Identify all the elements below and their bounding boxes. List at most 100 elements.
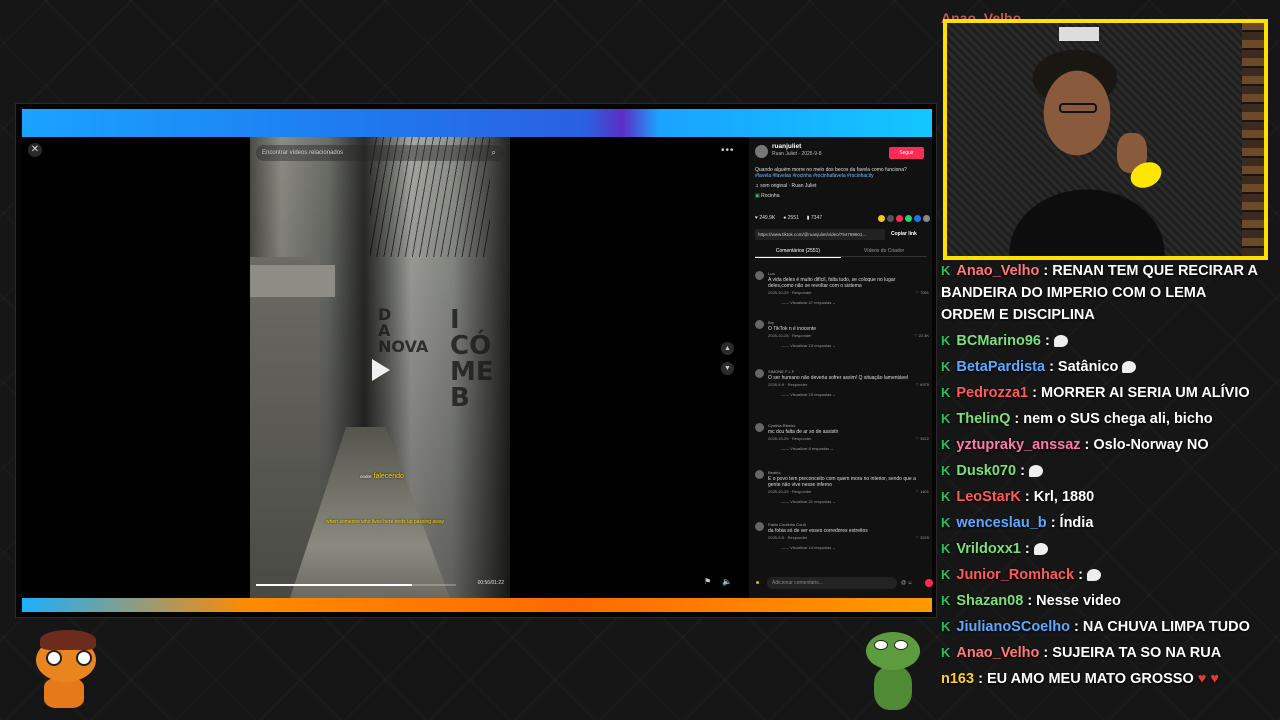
chat-username[interactable]: Pedrozza1: [956, 385, 1028, 401]
tab-creator-videos[interactable]: Vídeos do Criador: [841, 248, 927, 254]
avatar[interactable]: [755, 470, 764, 479]
chat-text: : Krl, 1880: [1024, 489, 1095, 505]
comment-text: A vida deles é muito difícil, falta tudo…: [768, 277, 896, 289]
chat-message: K LeoStarK : Krl, 1880: [941, 486, 1261, 508]
emote-icon: [1086, 569, 1101, 582]
author-handle[interactable]: ruanjuliet: [772, 143, 801, 150]
pepe-eye: [874, 640, 888, 650]
video-search-bar[interactable]: Encontrar vídeos relacionados ⌕: [256, 145, 504, 161]
reply-button[interactable]: Responder: [792, 333, 812, 338]
replies-label: Visualizar 15 respostas: [790, 343, 832, 348]
view-replies-button[interactable]: —— Visualizar 47 respostas ⌄: [781, 300, 836, 305]
reply-button[interactable]: Responder: [792, 436, 812, 441]
embed-icon[interactable]: [887, 214, 894, 222]
emoji-icon[interactable]: ☻: [755, 580, 760, 586]
save-count: 7347: [810, 215, 823, 221]
chat-username[interactable]: JiulianoSCoelho: [956, 619, 1070, 635]
avatar[interactable]: [755, 271, 764, 280]
location-icon: ▣: [755, 193, 760, 199]
send-icon[interactable]: [896, 214, 903, 222]
like-count: 3229: [920, 535, 929, 540]
copy-link-button[interactable]: Copiar link: [891, 229, 917, 240]
whatsapp-icon[interactable]: [905, 214, 912, 222]
comment-user[interactable]: Fabio Coutinho Couti: [768, 522, 806, 527]
reply-button[interactable]: Responder: [792, 489, 812, 494]
chat-username[interactable]: wenceslau_b: [956, 515, 1046, 531]
chat-username[interactable]: n163: [941, 671, 974, 687]
tab-comments[interactable]: Comentários (2551): [755, 248, 841, 258]
comment-user[interactable]: Cynthia Ribeiro: [768, 423, 795, 428]
chat-username[interactable]: Anao_Velho: [956, 645, 1039, 661]
chat-username[interactable]: Shazan08: [956, 593, 1023, 609]
like-stat[interactable]: ♥ 249.9K: [755, 215, 775, 221]
comment-user[interactable]: Lua: [768, 271, 775, 276]
avatar[interactable]: [755, 522, 764, 531]
share-icons: [878, 214, 930, 222]
pepe-head: [866, 632, 920, 670]
chat-username[interactable]: Junior_Romhack: [956, 567, 1074, 583]
send-icon[interactable]: [925, 579, 933, 587]
chat-username[interactable]: Anao_Velho: [956, 263, 1039, 279]
view-replies-button[interactable]: —— Visualizar 21 respostas ⌄: [781, 499, 836, 504]
close-icon[interactable]: ✕: [28, 143, 42, 157]
comment-date: 2025-9-9: [768, 535, 785, 540]
flag-icon[interactable]: ⚑: [704, 577, 711, 586]
chat-message: K Shazan08 : Nesse video: [941, 590, 1261, 612]
chat-username[interactable]: LeoStarK: [956, 489, 1020, 505]
share-link-field[interactable]: https://www.tiktok.com/@ruanjuliet/video…: [755, 229, 885, 240]
chat-username[interactable]: BCMarino96: [956, 333, 1041, 349]
chat-username[interactable]: yztupraky_anssaz: [956, 437, 1080, 453]
share-icon[interactable]: [923, 214, 930, 222]
follow-button[interactable]: Seguir: [889, 147, 924, 159]
video-player[interactable]: I CÓ ME B D A NOVA Encontrar vídeos relaciona…: [250, 137, 510, 598]
reply-button[interactable]: Responder: [788, 382, 808, 387]
subtitle-en: when someone who lives here ends up pass…: [326, 519, 445, 525]
volume-icon[interactable]: 🔈: [722, 577, 732, 586]
location-label[interactable]: ▣ Rocinha: [755, 193, 779, 199]
chat-username[interactable]: BetaPardista: [956, 359, 1045, 375]
at-icon[interactable]: @ ☺: [901, 577, 913, 589]
comment-likes[interactable]: ♡ 1401: [915, 489, 929, 494]
reply-button[interactable]: Responder: [788, 535, 808, 540]
chat-message: K BCMarino96 :: [941, 330, 1261, 352]
avatar[interactable]: [755, 369, 764, 378]
facebook-icon[interactable]: [914, 214, 921, 222]
comment-likes[interactable]: ♡ 3422: [915, 436, 929, 441]
more-icon[interactable]: •••: [721, 145, 735, 156]
comment-likes[interactable]: ♡ 6975: [915, 382, 929, 387]
view-replies-button[interactable]: —— Visualizar 14 respostas ⌄: [781, 545, 836, 550]
reply-button[interactable]: Responder: [792, 290, 812, 295]
comment-likes[interactable]: ♡ 7051: [915, 290, 929, 295]
chat-username[interactable]: Vrildoxx1: [956, 541, 1020, 557]
music-label[interactable]: ♫ som original · Ruan Juliet: [755, 183, 817, 189]
replies-label: Visualizar 8 respostas: [790, 446, 830, 451]
chat-username[interactable]: Dusk070: [956, 463, 1016, 479]
comment-user[interactable]: Beatriz.: [768, 470, 782, 475]
save-stat[interactable]: ▮ 7347: [807, 215, 822, 221]
video-description: Quando alguém morre no meio dos becos da…: [755, 167, 927, 179]
mascot-body: [44, 678, 84, 708]
comment-user[interactable]: SIMONE F L F: [768, 369, 794, 374]
comment-stat[interactable]: ● 2551: [783, 215, 799, 221]
comment-tabs: Comentários (2551) Vídeos do Criador: [755, 245, 927, 258]
view-replies-button[interactable]: —— Visualizar 8 respostas ⌄: [781, 446, 834, 451]
comment-date: 2025-10-29: [768, 290, 789, 295]
comment-likes[interactable]: ♡ 3229: [915, 535, 929, 540]
chat-username[interactable]: ThelinQ: [956, 411, 1010, 427]
view-replies-button[interactable]: —— Visualizar 15 respostas ⌄: [781, 343, 836, 348]
chat-message: K Pedrozza1 : MORRER AI SERIA UM ALÍVIO: [941, 382, 1261, 404]
comment-likes[interactable]: ♡ 22.3K: [914, 333, 929, 338]
avatar[interactable]: [755, 320, 764, 329]
add-comment-input[interactable]: Adicionar comentário...: [767, 577, 897, 589]
play-icon[interactable]: [372, 359, 390, 381]
view-replies-button[interactable]: —— Visualizar 15 respostas ⌄: [781, 392, 836, 397]
chevron-down-icon[interactable]: ▼: [721, 362, 734, 375]
emoji-icon[interactable]: [878, 214, 885, 222]
comment-user[interactable]: Bry: [768, 320, 774, 325]
hashtags[interactable]: #favela #favelas #rocinha #rocinhafavela…: [755, 173, 874, 179]
chevron-up-icon[interactable]: ▲: [721, 342, 734, 355]
video-progress-bar[interactable]: [256, 584, 456, 586]
avatar[interactable]: [755, 145, 768, 158]
avatar[interactable]: [755, 423, 764, 432]
search-icon[interactable]: ⌕: [492, 145, 496, 161]
